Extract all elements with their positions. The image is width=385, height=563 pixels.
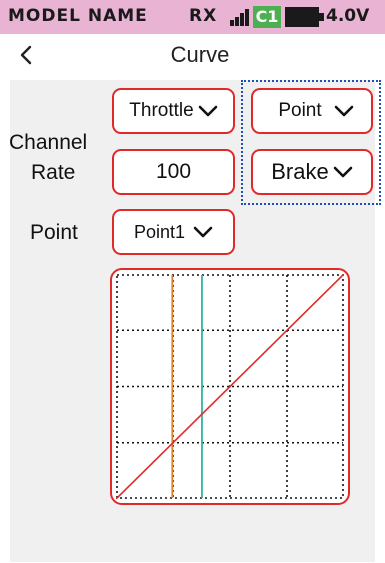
channel-select[interactable]: Throttle [112, 88, 235, 134]
battery-icon [285, 7, 325, 27]
voltage-readout: 4.0V [326, 6, 370, 26]
chevron-down-icon [334, 105, 353, 117]
chevron-down-icon [198, 105, 218, 117]
mode-select-value: Point [278, 100, 322, 121]
rate-input[interactable]: 100 [112, 149, 235, 195]
status-bar: MODEL NAME RX C1 4.0V [0, 0, 385, 34]
channel-select-value: Throttle [129, 100, 194, 121]
model-name-label: MODEL NAME [8, 6, 148, 26]
point-label: Point [30, 221, 78, 244]
point-select-value: Point1 [133, 221, 186, 242]
curve-graph[interactable] [110, 268, 350, 505]
direction-select[interactable]: Brake [251, 149, 373, 195]
chevron-down-icon [193, 226, 213, 238]
point-select[interactable]: Point1 [112, 209, 235, 255]
direction-select-value: Brake [271, 159, 329, 184]
title-bar: Curve [0, 34, 385, 78]
receiver-label: RX [189, 6, 218, 26]
mode-select[interactable]: Point [251, 88, 373, 134]
rate-label: Rate [31, 161, 76, 184]
page-title: Curve [170, 42, 230, 67]
channel-badge: C1 [253, 6, 281, 28]
channel-label: Channel [9, 131, 88, 154]
curve-plot [116, 274, 344, 499]
signal-strength-icon [230, 9, 249, 26]
rate-value: 100 [155, 160, 192, 183]
chevron-down-icon [333, 166, 353, 178]
